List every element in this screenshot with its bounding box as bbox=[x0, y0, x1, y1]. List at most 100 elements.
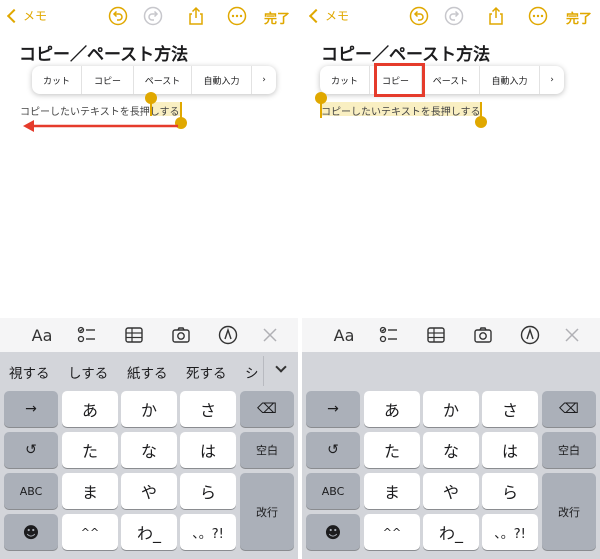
key-punct[interactable]: 、。?! bbox=[180, 514, 236, 550]
share-icon[interactable] bbox=[486, 6, 506, 26]
redo-icon[interactable] bbox=[444, 6, 464, 26]
table-icon[interactable] bbox=[426, 325, 446, 345]
chevron-left-icon bbox=[308, 8, 324, 23]
key-na[interactable]: な bbox=[121, 432, 177, 468]
note-title: コピー／ペースト方法 bbox=[321, 45, 491, 65]
candidate-item[interactable]: 死する bbox=[186, 362, 227, 382]
markup-icon[interactable] bbox=[520, 325, 540, 345]
undo-icon[interactable] bbox=[108, 6, 128, 26]
key-ya[interactable]: や bbox=[423, 473, 479, 509]
key-ta[interactable]: た bbox=[364, 432, 420, 468]
key-a[interactable]: あ bbox=[62, 391, 118, 427]
candidate-item[interactable]: シ bbox=[245, 362, 259, 382]
selection-end-handle[interactable] bbox=[475, 116, 487, 128]
share-icon[interactable] bbox=[186, 6, 206, 26]
key-wa[interactable]: わ_ bbox=[423, 514, 479, 550]
key-ta[interactable]: た bbox=[62, 432, 118, 468]
key-ka[interactable]: か bbox=[423, 391, 479, 427]
checklist-icon[interactable] bbox=[77, 325, 97, 345]
candidate-item[interactable]: しする bbox=[68, 362, 108, 382]
selection-start-handle[interactable] bbox=[145, 92, 157, 104]
text-format-button[interactable]: Aa bbox=[332, 325, 356, 345]
key-emoji[interactable]: ☻ bbox=[306, 514, 360, 550]
menu-copy[interactable]: コピー bbox=[82, 66, 134, 94]
menu-paste[interactable]: ペースト bbox=[134, 66, 192, 94]
key-arrow[interactable]: → bbox=[306, 391, 360, 427]
left-panel: メモ 完了 コピー／ペースト方法 カット コピー ペースト 自動入力 › コピー… bbox=[0, 0, 298, 559]
candidate-expand-button[interactable] bbox=[263, 356, 298, 386]
key-na[interactable]: な bbox=[423, 432, 479, 468]
redo-icon[interactable] bbox=[143, 6, 163, 26]
top-bar: メモ 完了 bbox=[302, 0, 600, 34]
key-kaomoji[interactable]: ^^ bbox=[62, 514, 118, 550]
menu-more[interactable]: › bbox=[540, 66, 564, 94]
key-punct[interactable]: 、。?! bbox=[482, 514, 538, 550]
key-abc[interactable]: ABC bbox=[306, 473, 360, 509]
done-button[interactable]: 完了 bbox=[566, 8, 592, 27]
close-icon[interactable] bbox=[260, 325, 280, 345]
key-ya[interactable]: や bbox=[121, 473, 177, 509]
back-button[interactable]: メモ bbox=[308, 7, 349, 24]
key-ha[interactable]: は bbox=[482, 432, 538, 468]
close-icon[interactable] bbox=[562, 325, 582, 345]
drag-arrow-icon bbox=[23, 120, 178, 132]
top-bar: メモ 完了 bbox=[0, 0, 298, 34]
key-return[interactable]: 改行 bbox=[542, 473, 596, 550]
key-abc[interactable]: ABC bbox=[4, 473, 58, 509]
copy-highlight-box bbox=[374, 63, 425, 97]
edit-menu: カット コピー ペースト 自動入力 › bbox=[32, 66, 276, 94]
key-ma[interactable]: ま bbox=[364, 473, 420, 509]
markup-icon[interactable] bbox=[218, 325, 238, 345]
menu-paste[interactable]: ペースト bbox=[422, 66, 480, 94]
key-undo[interactable]: ↺ bbox=[306, 432, 360, 468]
edit-menu: カット コピー ペースト 自動入力 › bbox=[320, 66, 564, 94]
key-sa[interactable]: さ bbox=[180, 391, 236, 427]
key-ha[interactable]: は bbox=[180, 432, 236, 468]
right-panel: メモ 完了 コピー／ペースト方法 カット コピー ペースト 自動入力 › コピー… bbox=[302, 0, 600, 559]
key-ma[interactable]: ま bbox=[62, 473, 118, 509]
key-space[interactable]: 空白 bbox=[240, 432, 294, 468]
selection-start-handle[interactable] bbox=[315, 92, 327, 104]
back-button[interactable]: メモ bbox=[6, 7, 47, 24]
menu-more[interactable]: › bbox=[252, 66, 276, 94]
menu-cut[interactable]: カット bbox=[320, 66, 370, 94]
back-label: メモ bbox=[23, 9, 48, 23]
camera-icon[interactable] bbox=[171, 325, 191, 345]
key-a[interactable]: あ bbox=[364, 391, 420, 427]
text-format-button[interactable]: Aa bbox=[30, 325, 54, 345]
key-space[interactable]: 空白 bbox=[542, 432, 596, 468]
key-emoji[interactable]: ☻ bbox=[4, 514, 58, 550]
candidate-item[interactable]: 視する bbox=[9, 362, 50, 382]
note-body-text[interactable]: コピーしたいテキストを長押しする bbox=[321, 103, 481, 118]
candidate-bar: 視する しする 紙する 死する シ bbox=[0, 352, 298, 388]
key-ka[interactable]: か bbox=[121, 391, 177, 427]
done-button[interactable]: 完了 bbox=[264, 8, 290, 27]
undo-icon[interactable] bbox=[409, 6, 429, 26]
key-kaomoji[interactable]: ^^ bbox=[364, 514, 420, 550]
key-delete[interactable]: ⌫ bbox=[240, 391, 294, 427]
note-body-text[interactable]: コピーしたいテキストを長押しする bbox=[20, 103, 180, 118]
key-wa[interactable]: わ_ bbox=[121, 514, 177, 550]
format-toolbar: Aa bbox=[0, 318, 298, 352]
key-ra[interactable]: ら bbox=[482, 473, 538, 509]
candidate-bar bbox=[302, 352, 600, 388]
key-sa[interactable]: さ bbox=[482, 391, 538, 427]
more-icon[interactable] bbox=[528, 6, 548, 26]
more-icon[interactable] bbox=[227, 6, 247, 26]
key-undo[interactable]: ↺ bbox=[4, 432, 58, 468]
note-title: コピー／ペースト方法 bbox=[19, 45, 189, 65]
checklist-icon[interactable] bbox=[379, 325, 399, 345]
table-icon[interactable] bbox=[124, 325, 144, 345]
key-ra[interactable]: ら bbox=[180, 473, 236, 509]
camera-icon[interactable] bbox=[473, 325, 493, 345]
key-arrow[interactable]: → bbox=[4, 391, 58, 427]
menu-autofill[interactable]: 自動入力 bbox=[480, 66, 540, 94]
key-delete[interactable]: ⌫ bbox=[542, 391, 596, 427]
key-return[interactable]: 改行 bbox=[240, 473, 294, 550]
candidate-item[interactable]: 紙する bbox=[127, 362, 168, 382]
menu-autofill[interactable]: 自動入力 bbox=[192, 66, 252, 94]
format-toolbar: Aa bbox=[302, 318, 600, 352]
keyboard: Aa bbox=[302, 318, 600, 559]
menu-cut[interactable]: カット bbox=[32, 66, 82, 94]
chevron-left-icon bbox=[6, 8, 22, 23]
